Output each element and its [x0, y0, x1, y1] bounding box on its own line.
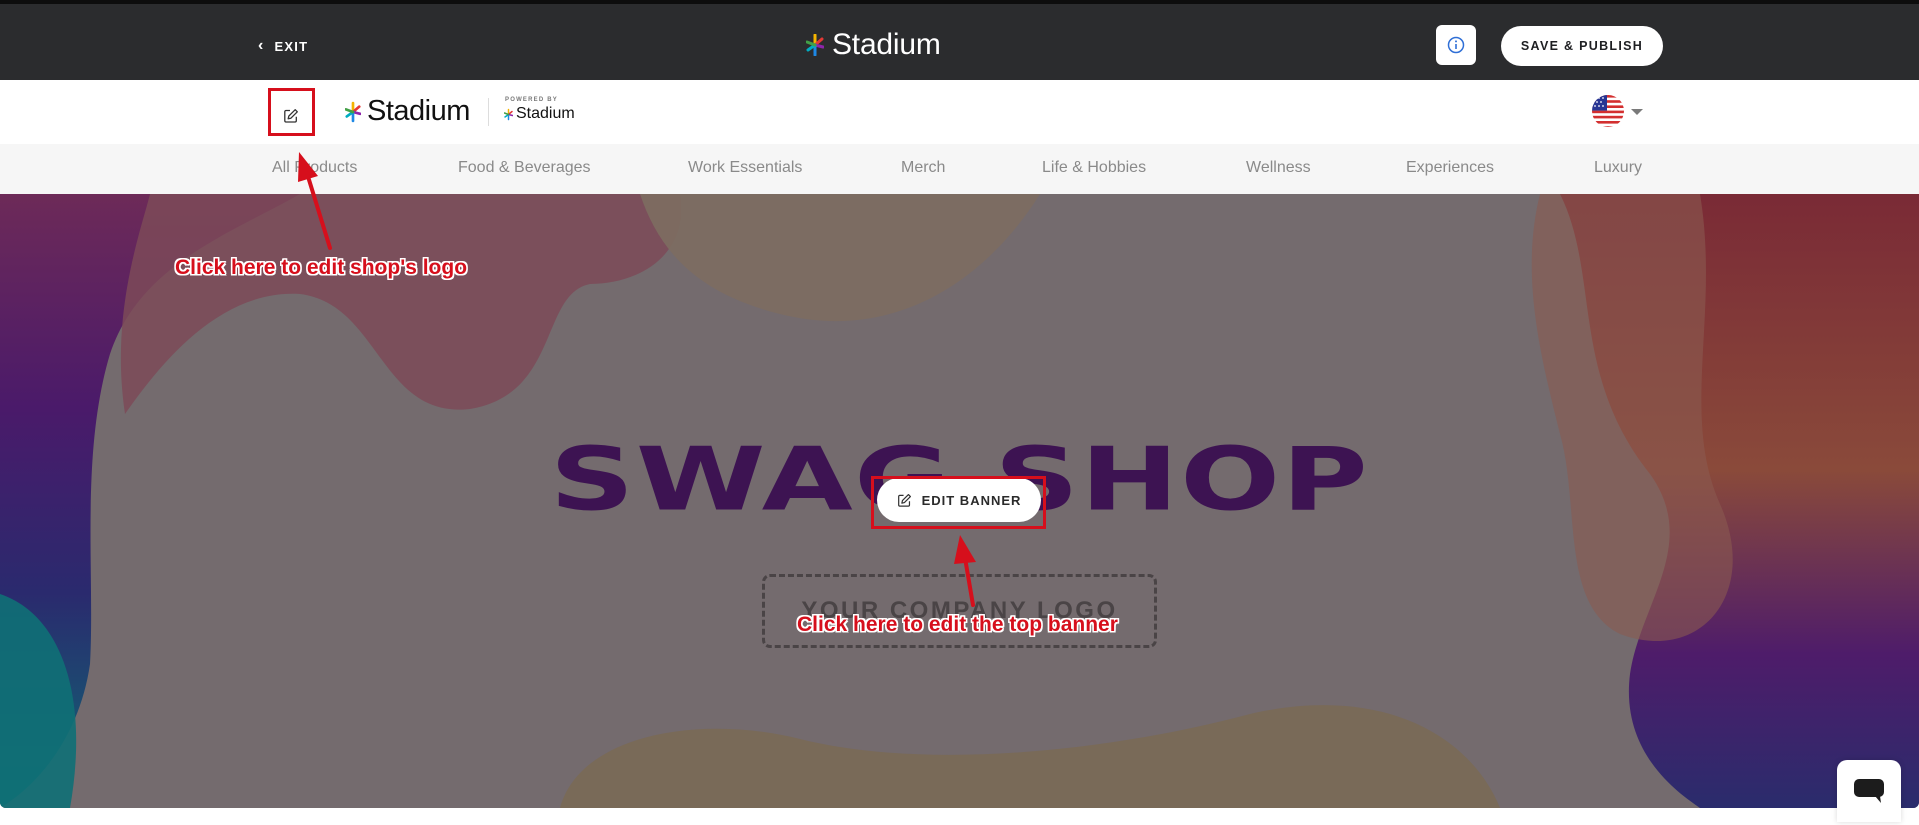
banner-highlight-box [871, 476, 1046, 529]
info-button[interactable] [1436, 25, 1476, 65]
stadium-logo: Stadium [806, 28, 941, 62]
shop-logo: Stadium [345, 95, 470, 128]
stadium-burst-icon [504, 108, 513, 120]
exit-button[interactable]: ‹ EXIT [258, 32, 308, 60]
category-work-essentials[interactable]: Work Essentials [688, 159, 802, 177]
info-icon [1447, 36, 1465, 54]
chevron-down-icon [1631, 109, 1643, 115]
category-merch[interactable]: Merch [901, 159, 945, 177]
exit-label: EXIT [274, 38, 309, 54]
chat-icon [1854, 779, 1884, 803]
stadium-burst-icon [806, 34, 824, 56]
category-luxury[interactable]: Luxury [1594, 159, 1642, 177]
category-all-products[interactable]: All Products [272, 159, 357, 177]
banner-hint-label: Click here to edit the top banner [797, 613, 1118, 636]
category-experiences[interactable]: Experiences [1406, 159, 1494, 177]
topbar-brand-name: Stadium [832, 28, 941, 61]
category-food-beverages[interactable]: Food & Beverages [458, 159, 591, 177]
category-life-hobbies[interactable]: Life & Hobbies [1042, 159, 1146, 177]
us-flag-icon [1592, 95, 1624, 127]
category-wellness[interactable]: Wellness [1246, 159, 1311, 177]
stadium-burst-icon [345, 101, 361, 122]
chat-widget-button[interactable] [1837, 760, 1901, 822]
category-nav: All Products Food & Beverages Work Essen… [0, 144, 1919, 194]
powered-by-label: POWERED BY [505, 97, 559, 103]
save-publish-button[interactable]: SAVE & PUBLISH [1501, 26, 1663, 66]
logo-highlight-box [268, 88, 315, 136]
chevron-left-icon: ‹ [258, 37, 265, 54]
powered-by-badge: POWERED BY Stadium [504, 97, 575, 123]
editor-topbar: ‹ EXIT Stadium SAVE & PUBLISH [0, 0, 1919, 80]
logo-hint-label: Click here to edit shop's logo [175, 256, 468, 279]
shop-brand-name: Stadium [367, 95, 470, 127]
logo-divider [488, 98, 489, 126]
powered-by-brand-name: Stadium [516, 105, 575, 122]
powered-by-brand: Stadium [504, 105, 575, 123]
locale-selector[interactable] [1591, 94, 1643, 128]
